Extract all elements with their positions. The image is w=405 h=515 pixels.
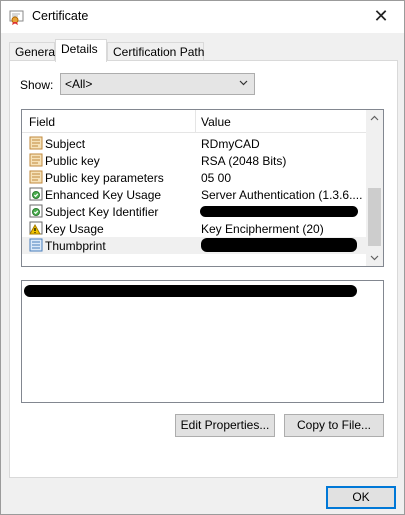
certificate-window: Certificate ✕ General Details Certificat… (0, 0, 405, 515)
tab-details[interactable]: Details (55, 39, 107, 62)
list-rows: Subject RDmyCAD Public key RSA (2048 Bit… (22, 135, 367, 254)
property-icon (29, 238, 43, 252)
ok-button[interactable]: OK (326, 486, 396, 509)
tab-general[interactable]: General (9, 42, 58, 61)
field-value: Key Encipherment (20) (201, 222, 324, 236)
critical-extension-icon (29, 221, 43, 235)
redacted-value (201, 238, 357, 252)
list-item[interactable]: Public key parameters 05 00 (22, 169, 367, 186)
field-name: Subject Key Identifier (45, 205, 159, 219)
list-item[interactable]: Enhanced Key Usage Server Authentication… (22, 186, 367, 203)
field-name: Public key parameters (45, 171, 164, 185)
scroll-up-button[interactable] (366, 110, 383, 127)
column-header-value[interactable]: Value (201, 115, 231, 129)
edit-properties-button[interactable]: Edit Properties... (175, 414, 275, 437)
column-header-field[interactable]: Field (29, 115, 55, 129)
close-button[interactable]: ✕ (358, 1, 404, 32)
scroll-thumb[interactable] (368, 188, 381, 246)
column-divider[interactable] (195, 110, 196, 133)
certificate-icon (9, 10, 24, 25)
extension-icon (29, 187, 43, 201)
field-name: Enhanced Key Usage (45, 188, 162, 202)
field-value: RDmyCAD (201, 137, 260, 151)
field-name: Key Usage (45, 222, 104, 236)
window-title: Certificate (32, 9, 89, 23)
field-name: Thumbprint (45, 239, 106, 253)
certificate-field-icon (29, 153, 43, 167)
show-dropdown-value: <All> (65, 77, 93, 91)
extension-icon (29, 204, 43, 218)
field-name: Subject (45, 137, 86, 151)
field-name: Public key (45, 154, 100, 168)
list-item[interactable]: Thumbprint (22, 237, 367, 254)
tab-certification-path[interactable]: Certification Path (107, 42, 204, 61)
list-item[interactable]: Subject RDmyCAD (22, 135, 367, 152)
list-item[interactable]: Subject Key Identifier (22, 203, 367, 220)
redacted-detail-value (24, 285, 357, 297)
title-bar: Certificate ✕ (1, 1, 404, 33)
field-detail-textbox[interactable] (21, 280, 384, 403)
list-item[interactable]: Key Usage Key Encipherment (20) (22, 220, 367, 237)
chevron-down-icon (239, 80, 248, 86)
certificate-field-icon (29, 170, 43, 184)
chevron-down-icon (370, 255, 379, 261)
field-value: 05 00 (201, 171, 232, 185)
scroll-down-button[interactable] (366, 249, 383, 266)
redacted-value (200, 206, 358, 217)
certificate-field-icon (29, 136, 43, 150)
details-panel: Show: <All> Field Value Subject RDmyCAD (9, 60, 398, 478)
field-value: Server Authentication (1.3.6.... (201, 188, 363, 202)
list-scrollbar[interactable] (366, 110, 383, 266)
list-header: Field Value (22, 110, 367, 133)
copy-to-file-button[interactable]: Copy to File... (284, 414, 384, 437)
show-dropdown[interactable]: <All> (60, 73, 255, 95)
field-value: RSA (2048 Bits) (201, 154, 287, 168)
close-icon: ✕ (373, 6, 389, 26)
chevron-up-icon (370, 115, 379, 121)
list-item[interactable]: Public key RSA (2048 Bits) (22, 152, 367, 169)
show-label: Show: (20, 78, 54, 92)
fields-list[interactable]: Field Value Subject RDmyCAD Public key R… (21, 109, 384, 267)
